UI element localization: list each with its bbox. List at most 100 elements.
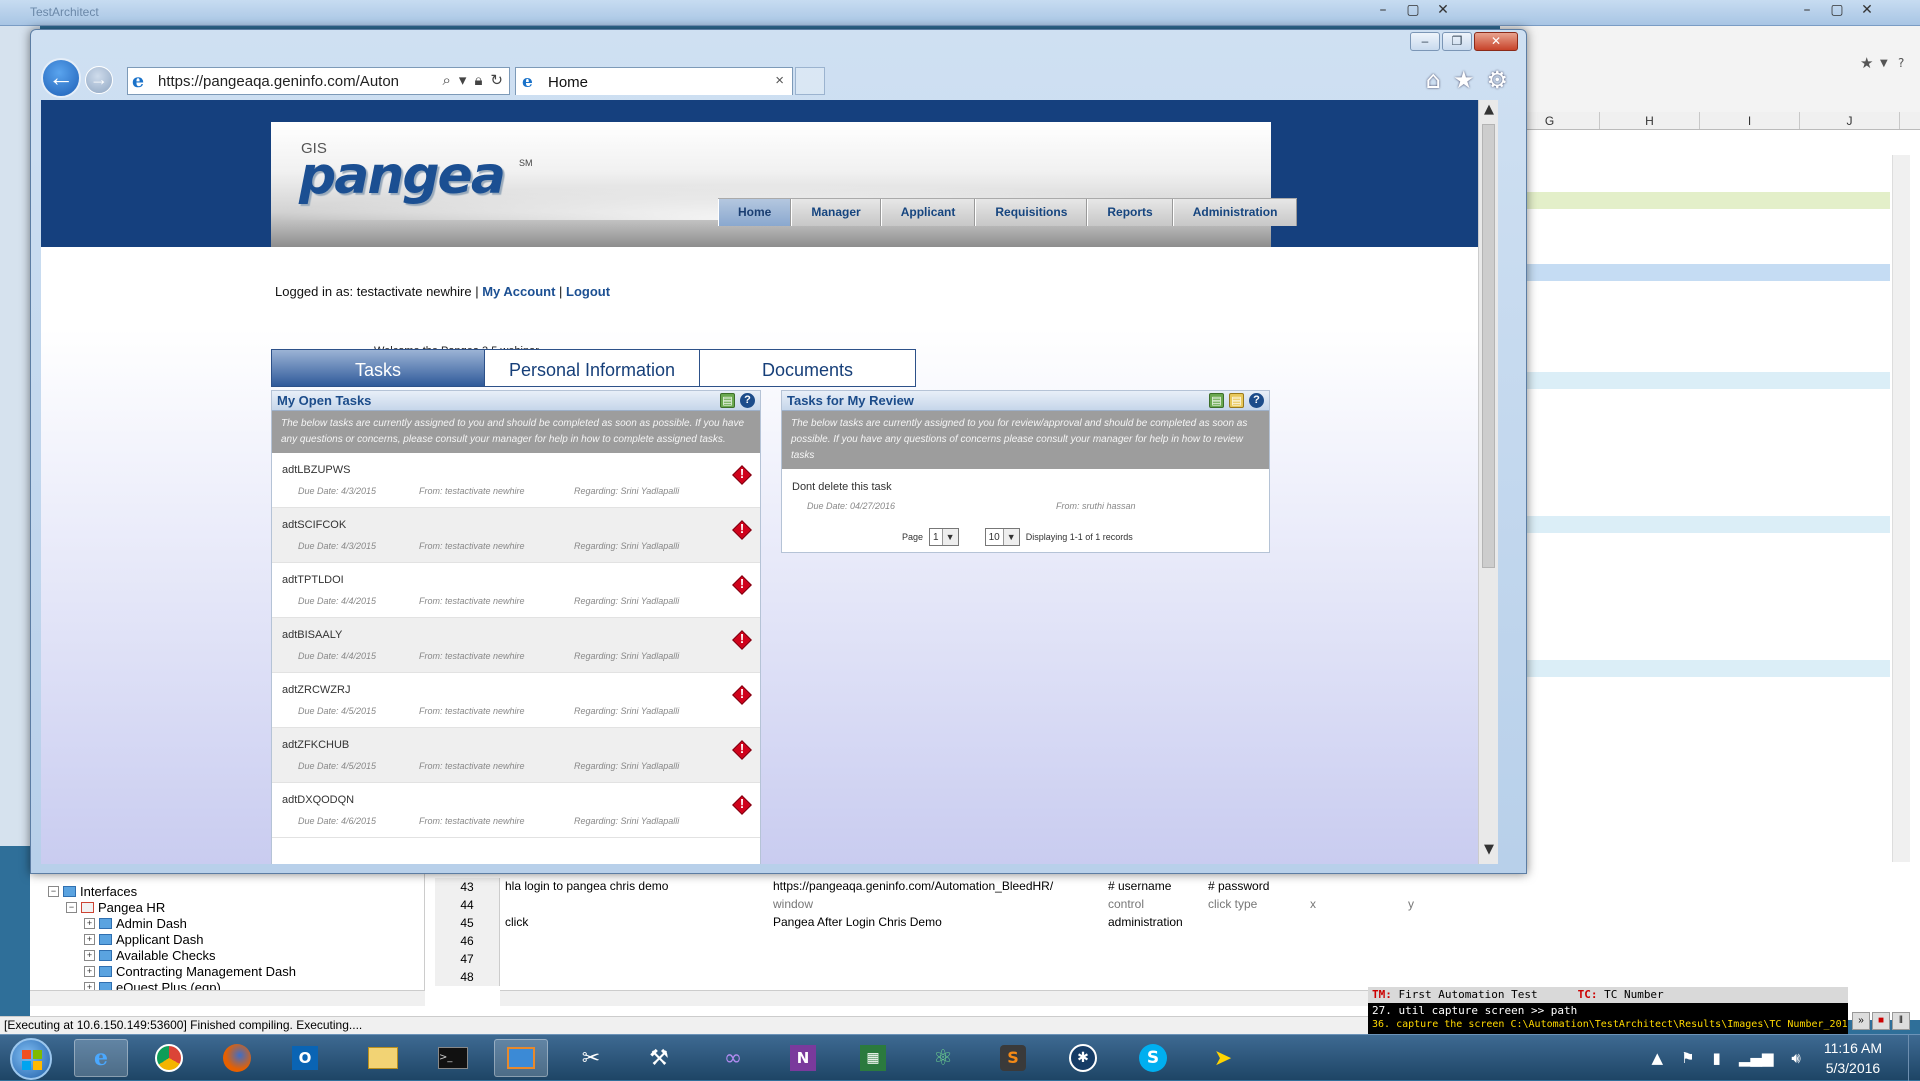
task-item[interactable]: adtBISAALY Due Date: 4/4/2015 From: test… [272, 618, 760, 673]
tab-documents[interactable]: Documents [700, 349, 916, 387]
scroll-down-icon[interactable]: ▼ [1479, 842, 1498, 862]
task-item[interactable]: adtZRCWZRJ Due Date: 4/5/2015 From: test… [272, 673, 760, 728]
favorites-star-icon[interactable]: ★ [1453, 66, 1475, 94]
system-clock[interactable]: 11:16 AM 5/3/2016 [1824, 1038, 1882, 1078]
restore-button[interactable]: ❐ [1442, 32, 1472, 51]
task-name[interactable]: adtZRCWZRJ [282, 684, 350, 696]
tab-close-icon[interactable]: × [775, 72, 784, 89]
address-bar[interactable]: e https://pangeaqa.geninfo.com/Auton ⌕ ▾… [127, 67, 510, 95]
expand-icon[interactable]: + [84, 950, 95, 961]
help-icon[interactable]: ? [1898, 56, 1904, 70]
grid-cell[interactable]: x [1310, 897, 1316, 911]
address-url[interactable]: https://pangeaqa.geninfo.com/Auton [158, 73, 406, 90]
task-item[interactable]: adtDXQODQN Due Date: 4/6/2015 From: test… [272, 783, 760, 838]
remote-desktop-icon[interactable] [494, 1039, 548, 1077]
task-item[interactable]: adtZFKCHUB Due Date: 4/5/2015 From: test… [272, 728, 760, 783]
tools-icon[interactable]: ⚒ [632, 1039, 686, 1077]
fast-forward-icon[interactable]: » [1852, 1012, 1870, 1030]
outlook-icon[interactable]: O [278, 1039, 332, 1077]
grid-cell[interactable]: y [1408, 897, 1414, 911]
expand-icon[interactable]: + [84, 918, 95, 929]
network-tool-icon[interactable]: ✱ [1056, 1039, 1110, 1077]
chrome-icon[interactable] [142, 1039, 196, 1077]
task-item[interactable]: adtTPTLDOI Due Date: 4/4/2015 From: test… [272, 563, 760, 618]
onenote-icon[interactable]: N [776, 1039, 830, 1077]
page-select[interactable]: 1 ▼ [929, 528, 959, 546]
firefox-icon[interactable] [210, 1039, 264, 1077]
column-header[interactable]: H [1600, 112, 1700, 129]
review-task-item[interactable]: Dont delete this task Due Date: 04/27/20… [782, 469, 1269, 511]
settings-gear-icon[interactable]: ⚙ [1486, 66, 1508, 94]
grid-row[interactable]: 45 click Pangea After Login Chris Demo a… [435, 914, 1385, 932]
battery-icon[interactable]: ▮ [1713, 1049, 1721, 1067]
expand-icon[interactable]: + [84, 966, 95, 977]
minimize-button[interactable]: – [1410, 32, 1440, 51]
task-name[interactable]: adtTPTLDOI [282, 574, 344, 586]
task-name[interactable]: Dont delete this task [792, 481, 892, 493]
column-header[interactable]: J [1800, 112, 1900, 129]
page-vertical-scrollbar[interactable]: ▲ ▼ [1478, 100, 1498, 864]
tree-item[interactable]: + Applicant Dash [84, 932, 203, 947]
menu-requisitions[interactable]: Requisitions [975, 199, 1088, 226]
logout-link[interactable]: Logout [566, 284, 610, 299]
notes-alt-icon[interactable]: ▤ [1229, 393, 1244, 408]
collapse-icon[interactable]: − [48, 886, 59, 897]
dropdown-icon[interactable]: ▾ [459, 71, 467, 89]
search-icon[interactable]: ⌕ [443, 71, 451, 89]
browser-tab-home[interactable]: e Home × [515, 67, 793, 95]
spreadsheet-scrollbar[interactable] [1892, 155, 1910, 975]
help-icon[interactable]: ? [740, 393, 755, 408]
visual-studio-icon[interactable]: ∞ [706, 1039, 760, 1077]
task-name[interactable]: adtLBZUPWS [282, 464, 350, 476]
page-size-select[interactable]: 10 ▼ [984, 528, 1020, 546]
grid-cell[interactable]: control [1108, 897, 1144, 911]
column-header[interactable]: I [1700, 112, 1800, 129]
help-icon[interactable]: ? [1249, 393, 1264, 408]
scroll-up-icon[interactable]: ▲ [1479, 102, 1498, 122]
arrow-app-icon[interactable]: ➤ [1196, 1039, 1250, 1077]
tab-personal-information[interactable]: Personal Information [485, 349, 700, 387]
back-button[interactable]: ← [41, 58, 81, 98]
maximize-icon[interactable]: ▢ [1398, 0, 1428, 22]
flag-icon[interactable]: ⚑ [1681, 1049, 1694, 1067]
grid-row[interactable]: 43 hla login to pangea chris demo https:… [435, 878, 1385, 896]
expand-icon[interactable]: + [84, 934, 95, 945]
tree-horizontal-scrollbar[interactable] [30, 990, 425, 1006]
excel-project-icon[interactable]: ▦ [846, 1039, 900, 1077]
task-name[interactable]: adtSCIFCOK [282, 519, 346, 531]
command-prompt-icon[interactable]: >_ [426, 1039, 480, 1077]
pause-icon[interactable]: ‖ [1892, 1012, 1910, 1030]
grid-cell[interactable]: Pangea After Login Chris Demo [773, 915, 942, 929]
grid-cell[interactable]: administration [1108, 915, 1183, 929]
atom-icon[interactable]: ⚛ [916, 1039, 970, 1077]
grid-cell[interactable]: https://pangeaqa.geninfo.com/Automation_… [773, 879, 1053, 893]
grid-cell[interactable]: # password [1208, 879, 1269, 893]
grid-row[interactable]: 46 [435, 932, 1385, 950]
notes-icon[interactable]: ▤ [1209, 393, 1224, 408]
close-icon[interactable]: ✕ [1428, 0, 1458, 22]
grid-row[interactable]: 48 [435, 968, 1385, 986]
chevron-down-icon[interactable]: ▼ [1880, 58, 1888, 69]
internet-explorer-icon[interactable]: e [74, 1039, 128, 1077]
tree-item[interactable]: + Contracting Management Dash [84, 964, 296, 979]
task-item[interactable]: adtSCIFCOK Due Date: 4/3/2015 From: test… [272, 508, 760, 563]
grid-row[interactable]: 47 [435, 950, 1385, 968]
show-desktop-button[interactable] [1908, 1035, 1920, 1081]
collapse-icon[interactable]: − [66, 902, 77, 913]
start-button[interactable] [10, 1038, 52, 1080]
snipping-tool-icon[interactable]: ✂ [564, 1039, 618, 1077]
file-explorer-icon[interactable] [356, 1039, 410, 1077]
minimize-icon[interactable]: – [1792, 0, 1822, 22]
show-hidden-icons[interactable]: ▲ [1652, 1049, 1664, 1067]
scroll-thumb[interactable] [1482, 124, 1495, 568]
tab-tasks[interactable]: Tasks [271, 349, 485, 387]
tree-item[interactable]: − Pangea HR [66, 900, 165, 915]
minimize-icon[interactable]: – [1368, 0, 1398, 22]
tree-item[interactable]: − Interfaces [48, 884, 137, 899]
task-name[interactable]: adtDXQODQN [282, 794, 354, 806]
menu-home[interactable]: Home [718, 199, 792, 226]
sublime-text-icon[interactable]: S [986, 1039, 1040, 1077]
task-item[interactable]: adtLBZUPWS Due Date: 4/3/2015 From: test… [272, 453, 760, 508]
star-icon[interactable]: ★ [1860, 54, 1873, 72]
task-name[interactable]: adtZFKCHUB [282, 739, 349, 751]
